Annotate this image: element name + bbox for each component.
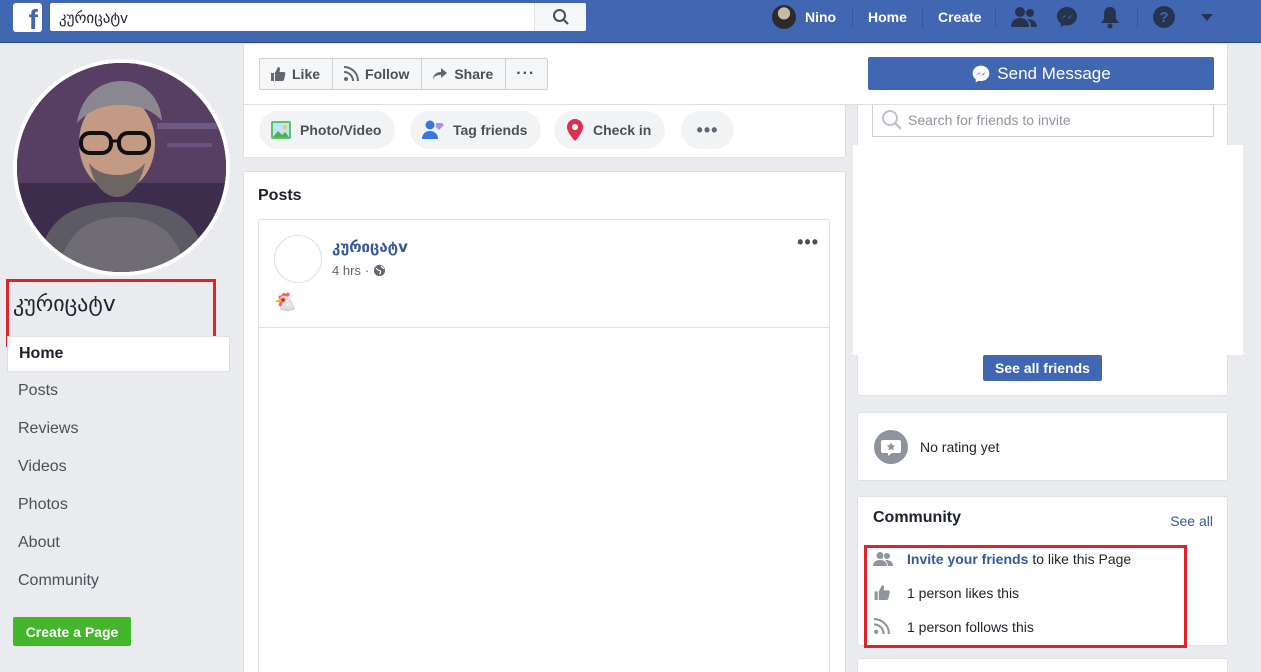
friends-list-area: [853, 145, 1243, 355]
post-composer: Photo/Video Tag friends Check in •••: [243, 105, 846, 158]
invite-search-field[interactable]: Search for friends to invite: [872, 105, 1214, 137]
svg-text:?: ?: [1159, 9, 1168, 26]
post-meta: 4 hrs ·: [332, 263, 386, 278]
messenger-icon[interactable]: [1055, 5, 1079, 29]
tag-friends-button[interactable]: Tag friends: [410, 111, 542, 149]
globe-public-icon[interactable]: [373, 264, 386, 277]
like-label: Like: [292, 66, 321, 82]
posts-section: Posts კურიცატv 4 hrs · ••• 🐔: [243, 171, 846, 672]
search-icon: [553, 9, 569, 25]
user-profile-link[interactable]: Nino: [805, 9, 836, 25]
home-link[interactable]: Home: [868, 9, 907, 25]
nav-divider: [852, 8, 853, 28]
more-dots-icon: ···: [516, 65, 536, 82]
more-actions-button[interactable]: ···: [506, 59, 547, 89]
meta-separator: ·: [364, 263, 370, 278]
search-input[interactable]: კურიცატv: [59, 9, 128, 27]
more-composer-options-button[interactable]: •••: [681, 111, 734, 149]
community-heading: Community: [873, 509, 961, 526]
post-author-name[interactable]: კურიცატv: [332, 238, 408, 256]
posts-heading: Posts: [258, 187, 302, 204]
search-bar[interactable]: კურიცატv: [50, 3, 586, 31]
account-menu-chevron-down-icon[interactable]: [1200, 13, 1214, 23]
sidebar-item-photos[interactable]: Photos: [7, 486, 230, 524]
create-link[interactable]: Create: [938, 9, 982, 25]
post-content: 🐔: [274, 292, 297, 312]
check-in-label: Check in: [593, 122, 652, 138]
top-navigation-bar: f კურიცატv Nino Home Create ?: [0, 0, 1261, 43]
rating-status: No rating yet: [920, 439, 1000, 455]
follow-label: Follow: [365, 66, 410, 82]
location-pin-icon: [567, 119, 583, 141]
more-dots-icon: •••: [696, 119, 719, 140]
rating-card: No rating yet: [857, 412, 1228, 481]
photo-video-button[interactable]: Photo/Video: [259, 111, 396, 149]
highlight-annotation-box: [864, 545, 1187, 648]
see-all-friends-button[interactable]: See all friends: [983, 355, 1102, 381]
search-icon: [882, 110, 902, 130]
like-button[interactable]: Like: [260, 59, 334, 89]
community-see-all-link[interactable]: See all: [1170, 513, 1213, 529]
photo-video-label: Photo/Video: [300, 122, 382, 138]
post-timestamp[interactable]: 4 hrs: [332, 263, 361, 278]
sidebar-item-reviews[interactable]: Reviews: [7, 410, 230, 448]
help-icon[interactable]: ?: [1152, 5, 1176, 29]
nav-divider: [995, 8, 996, 28]
facebook-logo-icon[interactable]: f: [13, 3, 42, 34]
notifications-bell-icon[interactable]: [1098, 5, 1122, 29]
review-star-bubble-icon: [874, 430, 908, 464]
invite-search-placeholder: Search for friends to invite: [908, 112, 1071, 128]
send-message-label: Send Message: [997, 63, 1111, 83]
profile-photo: [17, 63, 226, 272]
rss-follow-icon: [343, 66, 360, 82]
search-button[interactable]: [534, 3, 586, 31]
sidebar-item-home[interactable]: Home: [7, 336, 230, 372]
page-action-bar: Like Follow Share ··· Send Message: [243, 44, 1228, 105]
post-card: კურიცატv 4 hrs · ••• 🐔: [258, 219, 830, 672]
photo-icon: [271, 121, 291, 139]
follow-button[interactable]: Follow: [333, 59, 423, 89]
check-in-button[interactable]: Check in: [554, 111, 666, 149]
page-actions-group: Like Follow Share ···: [259, 58, 549, 90]
send-message-button[interactable]: Send Message: [868, 57, 1214, 90]
thumbs-up-icon: [271, 67, 286, 81]
page-sidebar-nav: Home Posts Reviews Videos Photos About C…: [7, 336, 230, 600]
share-label: Share: [454, 66, 494, 82]
post-divider: [259, 327, 829, 328]
page-profile-picture[interactable]: [13, 59, 230, 276]
share-button[interactable]: Share: [422, 59, 507, 89]
sidebar-item-videos[interactable]: Videos: [7, 448, 230, 486]
share-arrow-icon: [433, 68, 448, 80]
post-options-icon[interactable]: •••: [797, 232, 819, 253]
create-page-button[interactable]: Create a Page: [13, 617, 131, 646]
user-avatar[interactable]: [772, 5, 796, 29]
sidebar-item-community[interactable]: Community: [7, 562, 230, 600]
sidebar-item-about[interactable]: About: [7, 524, 230, 562]
sidebar-item-posts[interactable]: Posts: [7, 372, 230, 410]
post-author-avatar[interactable]: [274, 235, 322, 283]
nav-divider: [922, 8, 923, 28]
messenger-icon: [972, 65, 990, 82]
friend-requests-icon[interactable]: [1010, 5, 1038, 29]
nav-divider: [1137, 8, 1138, 28]
tag-friends-label: Tag friends: [453, 122, 528, 138]
tag-friends-icon: [422, 120, 444, 139]
next-card-partial: [857, 658, 1228, 672]
